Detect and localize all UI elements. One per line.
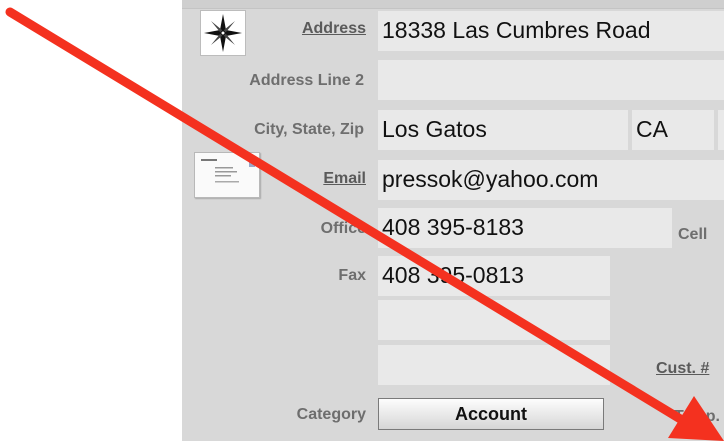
- email-field[interactable]: pressok@yahoo.com: [378, 160, 724, 200]
- email-label[interactable]: Email: [270, 170, 366, 188]
- cell-label: Cell: [678, 226, 708, 243]
- category-label: Category: [296, 406, 366, 423]
- address-line-2-label: Address Line 2: [249, 72, 364, 89]
- address-label[interactable]: Address: [270, 20, 366, 38]
- extra-field-2[interactable]: [378, 345, 610, 385]
- city-state-zip-label: City, State, Zip: [254, 121, 364, 138]
- cust-number-label[interactable]: Cust. #: [656, 360, 724, 378]
- office-field[interactable]: 408 395-8183: [378, 208, 672, 248]
- city-field[interactable]: Los Gatos: [378, 110, 628, 150]
- state-field[interactable]: CA: [632, 110, 714, 150]
- fax-label: Fax: [338, 267, 366, 284]
- office-label: Office: [320, 220, 366, 237]
- temp-label: Temp.: [674, 408, 720, 425]
- address-line-2-field[interactable]: [378, 60, 724, 100]
- contact-form-panel: Address 18338 Las Cumbres Road Address L…: [182, 0, 724, 441]
- address-field[interactable]: 18338 Las Cumbres Road: [378, 11, 724, 51]
- top-strip: [182, 0, 724, 9]
- zip-field[interactable]: [718, 110, 724, 150]
- compass-rose-icon: [204, 14, 242, 52]
- business-card-icon: [201, 157, 255, 183]
- fax-field[interactable]: 408 395-0813: [378, 256, 610, 296]
- business-card-icon[interactable]: [194, 152, 260, 198]
- category-button[interactable]: Account: [378, 398, 604, 430]
- extra-field-1[interactable]: [378, 300, 610, 340]
- compass-rose-icon[interactable]: [200, 10, 246, 56]
